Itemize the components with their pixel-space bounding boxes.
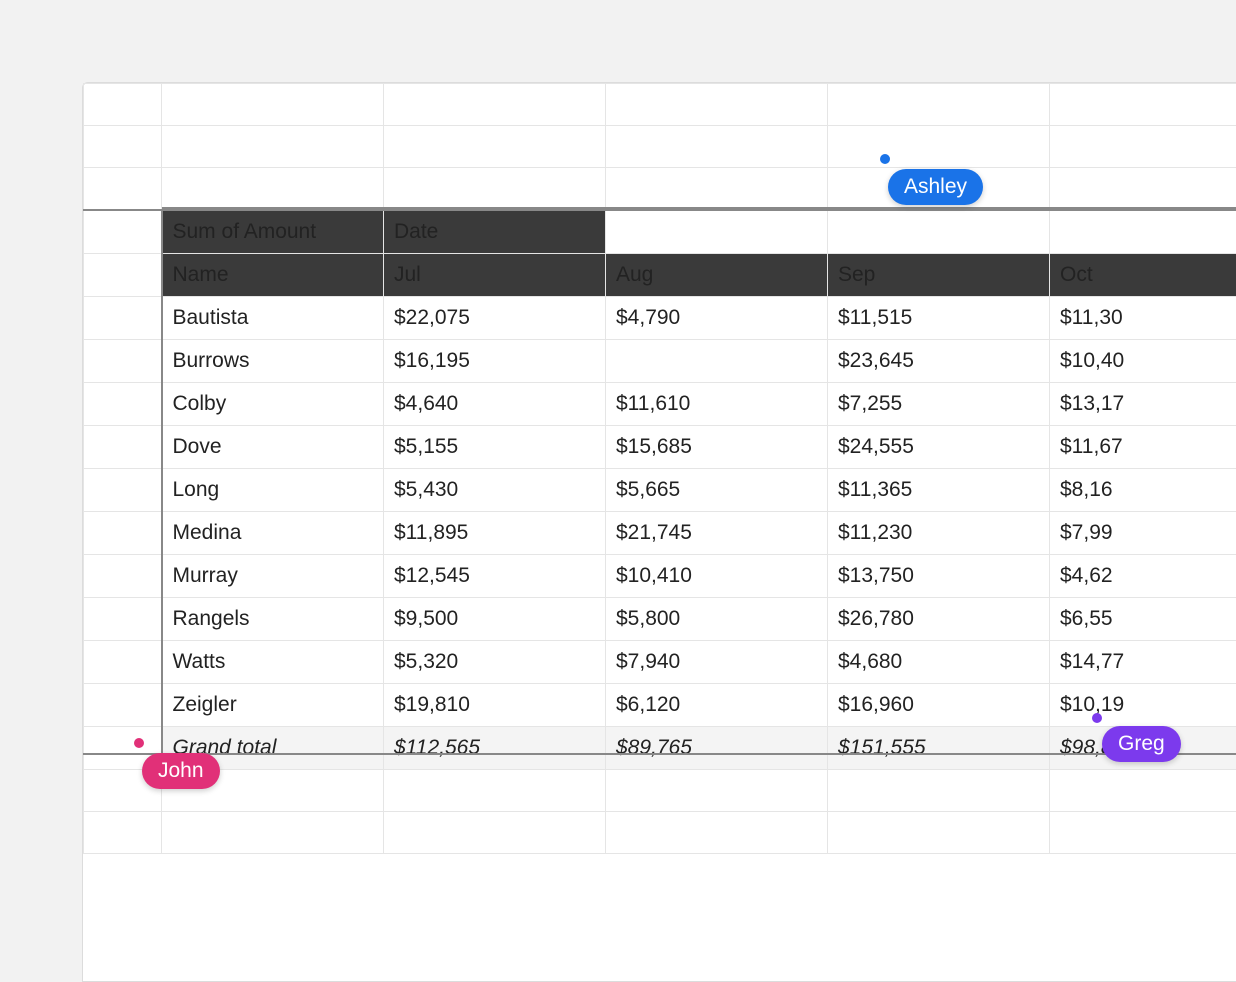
table-row[interactable]: Zeigler$19,810$6,120$16,960$10,19 <box>84 683 1236 726</box>
month-header[interactable]: Oct <box>1050 253 1236 296</box>
cell[interactable]: $15,685 <box>606 425 828 468</box>
cursor-dot-greg <box>1092 713 1102 723</box>
collab-pill-ashley: Ashley <box>888 169 983 205</box>
grid-row[interactable] <box>84 168 1236 210</box>
cell[interactable]: $6,120 <box>606 683 828 726</box>
pivot-column-header-row[interactable]: Name Jul Aug Sep Oct <box>84 253 1236 296</box>
cell[interactable]: $11,30 <box>1050 296 1236 339</box>
cell[interactable]: $7,99 <box>1050 511 1236 554</box>
month-header[interactable]: Aug <box>606 253 828 296</box>
cell[interactable]: $16,195 <box>384 339 606 382</box>
pivot-corner-label[interactable]: Sum of Amount <box>162 210 384 254</box>
grid-row[interactable] <box>84 811 1236 853</box>
row-name[interactable]: Dove <box>162 425 384 468</box>
pivot-header-row[interactable]: Sum of Amount Date <box>84 210 1236 254</box>
cell[interactable]: $5,430 <box>384 468 606 511</box>
total-cell[interactable]: $151,555 <box>828 726 1050 769</box>
cursor-dot-ashley <box>880 154 890 164</box>
cell[interactable]: $21,745 <box>606 511 828 554</box>
cell[interactable]: $22,075 <box>384 296 606 339</box>
table-row[interactable]: Colby$4,640$11,610$7,255$13,17 <box>84 382 1236 425</box>
pivot-date-label[interactable]: Date <box>384 210 606 254</box>
cell[interactable]: $5,665 <box>606 468 828 511</box>
cell[interactable]: $19,810 <box>384 683 606 726</box>
cell[interactable]: $26,780 <box>828 597 1050 640</box>
spreadsheet-canvas[interactable]: Sum of Amount Date Name Jul Aug Sep Oct … <box>82 82 1236 982</box>
row-name[interactable]: Zeigler <box>162 683 384 726</box>
cell[interactable]: $11,895 <box>384 511 606 554</box>
cell[interactable]: $23,645 <box>828 339 1050 382</box>
grid-row[interactable] <box>84 126 1236 168</box>
total-cell[interactable]: $112,565 <box>384 726 606 769</box>
cell[interactable]: $4,680 <box>828 640 1050 683</box>
cell[interactable]: $10,40 <box>1050 339 1236 382</box>
row-name[interactable]: Rangels <box>162 597 384 640</box>
row-name[interactable]: Watts <box>162 640 384 683</box>
cell[interactable]: $11,230 <box>828 511 1050 554</box>
total-cell[interactable]: $89,765 <box>606 726 828 769</box>
cell[interactable]: $10,19 <box>1050 683 1236 726</box>
cell[interactable]: $5,155 <box>384 425 606 468</box>
cell[interactable]: $11,365 <box>828 468 1050 511</box>
pivot-name-label[interactable]: Name <box>162 253 384 296</box>
row-name[interactable]: Burrows <box>162 339 384 382</box>
collab-pill-john: John <box>142 753 220 789</box>
cell[interactable]: $13,750 <box>828 554 1050 597</box>
cell[interactable]: $16,960 <box>828 683 1050 726</box>
table-row[interactable]: Medina$11,895$21,745$11,230$7,99 <box>84 511 1236 554</box>
table-row[interactable]: Bautista$22,075$4,790$11,515$11,30 <box>84 296 1236 339</box>
cell[interactable]: $4,790 <box>606 296 828 339</box>
cell[interactable]: $5,320 <box>384 640 606 683</box>
cell[interactable]: $5,800 <box>606 597 828 640</box>
row-name[interactable]: Bautista <box>162 296 384 339</box>
cell[interactable]: $10,410 <box>606 554 828 597</box>
row-name[interactable]: Murray <box>162 554 384 597</box>
row-name[interactable]: Long <box>162 468 384 511</box>
table-row[interactable]: Watts$5,320$7,940$4,680$14,77 <box>84 640 1236 683</box>
cell[interactable]: $24,555 <box>828 425 1050 468</box>
table-row[interactable]: Dove$5,155$15,685$24,555$11,67 <box>84 425 1236 468</box>
table-row[interactable]: Murray$12,545$10,410$13,750$4,62 <box>84 554 1236 597</box>
cell[interactable]: $12,545 <box>384 554 606 597</box>
cell[interactable]: $4,62 <box>1050 554 1236 597</box>
row-name[interactable]: Colby <box>162 382 384 425</box>
grid-row[interactable] <box>84 84 1236 126</box>
table-row[interactable]: Rangels$9,500$5,800$26,780$6,55 <box>84 597 1236 640</box>
cell[interactable]: $7,255 <box>828 382 1050 425</box>
cell[interactable]: $6,55 <box>1050 597 1236 640</box>
cell[interactable]: $9,500 <box>384 597 606 640</box>
cell[interactable]: $11,610 <box>606 382 828 425</box>
cell[interactable] <box>606 339 828 382</box>
cell[interactable]: $11,67 <box>1050 425 1236 468</box>
row-name[interactable]: Medina <box>162 511 384 554</box>
table-row[interactable]: Long$5,430$5,665$11,365$8,16 <box>84 468 1236 511</box>
table-row[interactable]: Burrows$16,195 $23,645$10,40 <box>84 339 1236 382</box>
cell[interactable]: $13,17 <box>1050 382 1236 425</box>
cell[interactable]: $11,515 <box>828 296 1050 339</box>
collab-pill-greg: Greg <box>1102 726 1181 762</box>
spreadsheet-grid[interactable]: Sum of Amount Date Name Jul Aug Sep Oct … <box>83 83 1236 854</box>
cell[interactable]: $4,640 <box>384 382 606 425</box>
cell[interactable]: $7,940 <box>606 640 828 683</box>
month-header[interactable]: Sep <box>828 253 1050 296</box>
month-header[interactable]: Jul <box>384 253 606 296</box>
grid-row[interactable] <box>84 769 1236 811</box>
cell[interactable]: $14,77 <box>1050 640 1236 683</box>
cell[interactable]: $8,16 <box>1050 468 1236 511</box>
grand-total-row[interactable]: Grand total $112,565 $89,765 $151,555 $9… <box>84 726 1236 769</box>
cursor-dot-john <box>134 738 144 748</box>
